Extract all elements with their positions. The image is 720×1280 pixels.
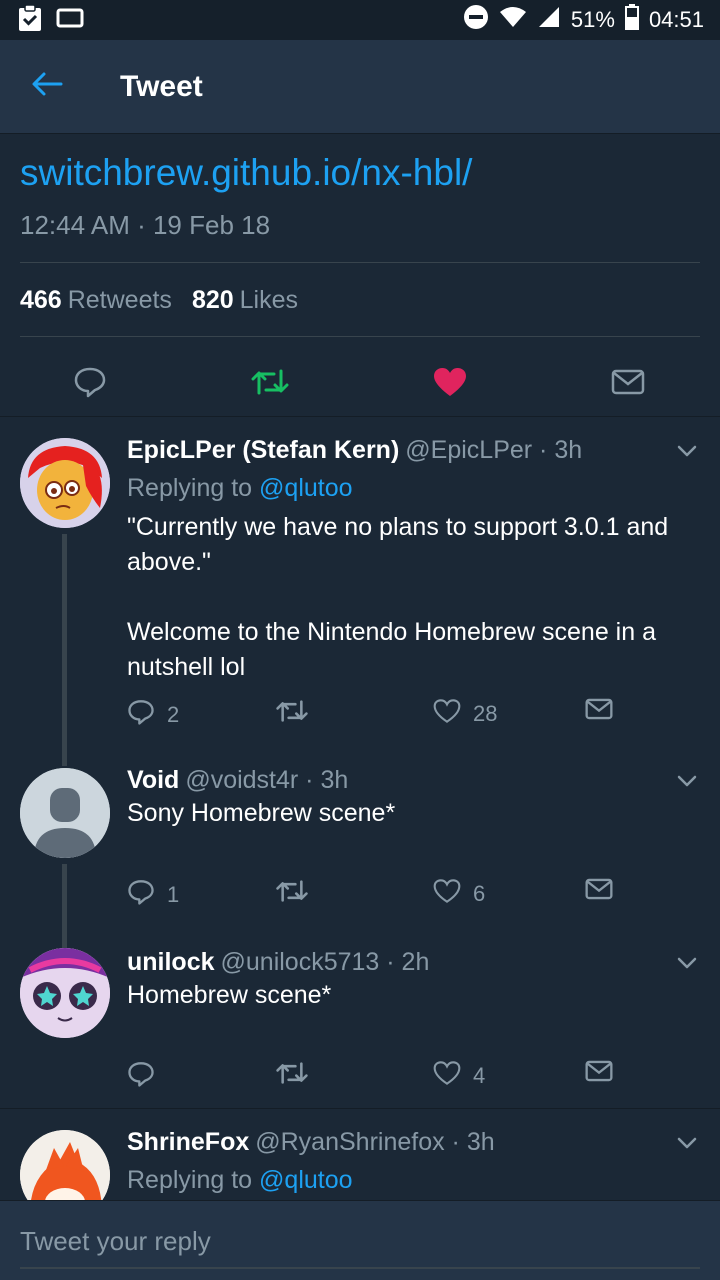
back-button[interactable] [0, 40, 94, 134]
divider [0, 1108, 720, 1109]
heart-icon [433, 698, 461, 730]
signal-icon [537, 5, 561, 35]
status-bar: 51% 04:51 [0, 0, 720, 40]
reply-handle-time: @unilock5713 · 2h [220, 948, 430, 976]
reply-tweet[interactable]: EpicLPer (Stefan Kern) @EpicLPer · 3h Rep… [0, 436, 720, 766]
clock: 04:51 [648, 7, 704, 32]
reply-text: Sony Homebrew scene* [127, 799, 396, 827]
arrow-left-icon [31, 71, 63, 102]
clipboard-check-icon [18, 3, 42, 37]
replying-to: Replying to @qlutoo [127, 1166, 353, 1194]
tweet-link[interactable]: switchbrew.github.io/nx-hbl/ [20, 152, 472, 194]
reply-text: "Currently we have no plans to support 3… [127, 513, 669, 681]
likes-stat[interactable]: 820 Likes [192, 286, 298, 315]
retweet-icon [275, 698, 309, 730]
reply-input[interactable] [20, 1221, 700, 1261]
reply-button[interactable] [127, 1060, 155, 1094]
reply-menu-button[interactable] [672, 438, 702, 468]
comment-icon [73, 366, 107, 403]
reply-actions: 1 6 [127, 878, 647, 912]
tweet-stats: 466 Retweets 820 Likes [20, 286, 298, 315]
reply-text: Homebrew scene* [127, 981, 332, 1009]
avatar[interactable] [20, 1130, 110, 1200]
heart-icon [433, 878, 461, 910]
app-bar: Tweet [0, 40, 720, 134]
retweet-button[interactable] [240, 354, 300, 414]
retweets-stat[interactable]: 466 Retweets [20, 286, 172, 315]
tweet-actions [0, 354, 720, 416]
heart-filled-icon [433, 367, 467, 402]
message-button[interactable] [598, 354, 658, 414]
reply-handle-time: @voidst4r · 3h [185, 766, 349, 794]
envelope-icon [585, 878, 613, 906]
divider [0, 416, 720, 417]
chevron-down-icon [677, 1136, 697, 1154]
reply-header: EpicLPer (Stefan Kern) @EpicLPer · 3h [127, 436, 582, 465]
message-button[interactable] [585, 698, 613, 726]
reply-author[interactable]: unilock [127, 948, 215, 976]
reply-menu-button[interactable] [672, 1130, 702, 1160]
mention-link[interactable]: @qlutoo [259, 474, 353, 502]
input-underline [20, 1267, 700, 1269]
comment-icon [127, 1060, 155, 1094]
retweet-icon [250, 367, 290, 402]
divider [20, 262, 700, 263]
mention-link[interactable]: @qlutoo [259, 1166, 353, 1194]
battery-percent: 51% [570, 7, 615, 32]
reply-tweet[interactable]: ShrineFox @RyanShrinefox · 3h Replying to… [0, 1128, 720, 1200]
reply-tweet[interactable]: unilock @unilock5713 · 2h Homebrew scene*… [0, 948, 720, 1108]
heart-icon [433, 1060, 461, 1092]
reply-actions: 4 [127, 1060, 647, 1094]
retweet-icon [275, 1060, 309, 1092]
avatar[interactable] [20, 948, 110, 1038]
comment-icon [127, 878, 155, 912]
retweet-icon [275, 878, 309, 910]
screen-icon [56, 7, 84, 34]
thread-line [62, 864, 67, 948]
chevron-down-icon [677, 444, 697, 462]
reply-composer [0, 1200, 720, 1280]
reply-handle-time: @EpicLPer · 3h [405, 436, 583, 464]
tweet-timestamp: 12:44 AM · 19 Feb 18 [20, 210, 271, 240]
reply-button[interactable]: 1 [127, 878, 179, 912]
like-button[interactable]: 4 [433, 1060, 485, 1092]
reply-author[interactable]: ShrineFox [127, 1128, 249, 1156]
do-not-disturb-icon [463, 4, 489, 36]
reply-menu-button[interactable] [672, 950, 702, 980]
reply-actions: 2 28 [127, 698, 647, 732]
reply-author[interactable]: Void [127, 766, 179, 794]
page-title: Tweet [120, 69, 203, 103]
tweet-detail: switchbrew.github.io/nx-hbl/ 12:44 AM · … [0, 134, 720, 1200]
envelope-icon [611, 369, 645, 400]
avatar[interactable] [20, 438, 110, 528]
divider [20, 336, 700, 337]
reply-menu-button[interactable] [672, 768, 702, 798]
message-button[interactable] [585, 878, 613, 906]
reply-tweet[interactable]: Void @voidst4r · 3h Sony Homebrew scene* … [0, 766, 720, 948]
reply-header: ShrineFox @RyanShrinefox · 3h [127, 1128, 495, 1157]
battery-icon [624, 4, 639, 36]
wifi-icon [499, 5, 527, 35]
envelope-icon [585, 1060, 613, 1088]
chevron-down-icon [677, 774, 697, 792]
comment-icon [127, 698, 155, 732]
retweet-button[interactable] [275, 698, 309, 730]
like-button[interactable]: 6 [433, 878, 485, 910]
replying-to: Replying to @qlutoo [127, 474, 353, 502]
reply-author[interactable]: EpicLPer (Stefan Kern) [127, 436, 399, 464]
message-button[interactable] [585, 1060, 613, 1088]
thread-line [62, 534, 67, 766]
envelope-icon [585, 698, 613, 726]
reply-header: unilock @unilock5713 · 2h [127, 948, 429, 977]
like-button[interactable]: 28 [433, 698, 497, 730]
retweet-button[interactable] [275, 878, 309, 910]
like-button[interactable] [420, 354, 480, 414]
reply-button[interactable] [60, 354, 120, 414]
avatar[interactable] [20, 768, 110, 858]
reply-handle-time: @RyanShrinefox · 3h [255, 1128, 495, 1156]
reply-button[interactable]: 2 [127, 698, 179, 732]
retweet-button[interactable] [275, 1060, 309, 1092]
reply-header: Void @voidst4r · 3h [127, 766, 348, 795]
chevron-down-icon [677, 956, 697, 974]
